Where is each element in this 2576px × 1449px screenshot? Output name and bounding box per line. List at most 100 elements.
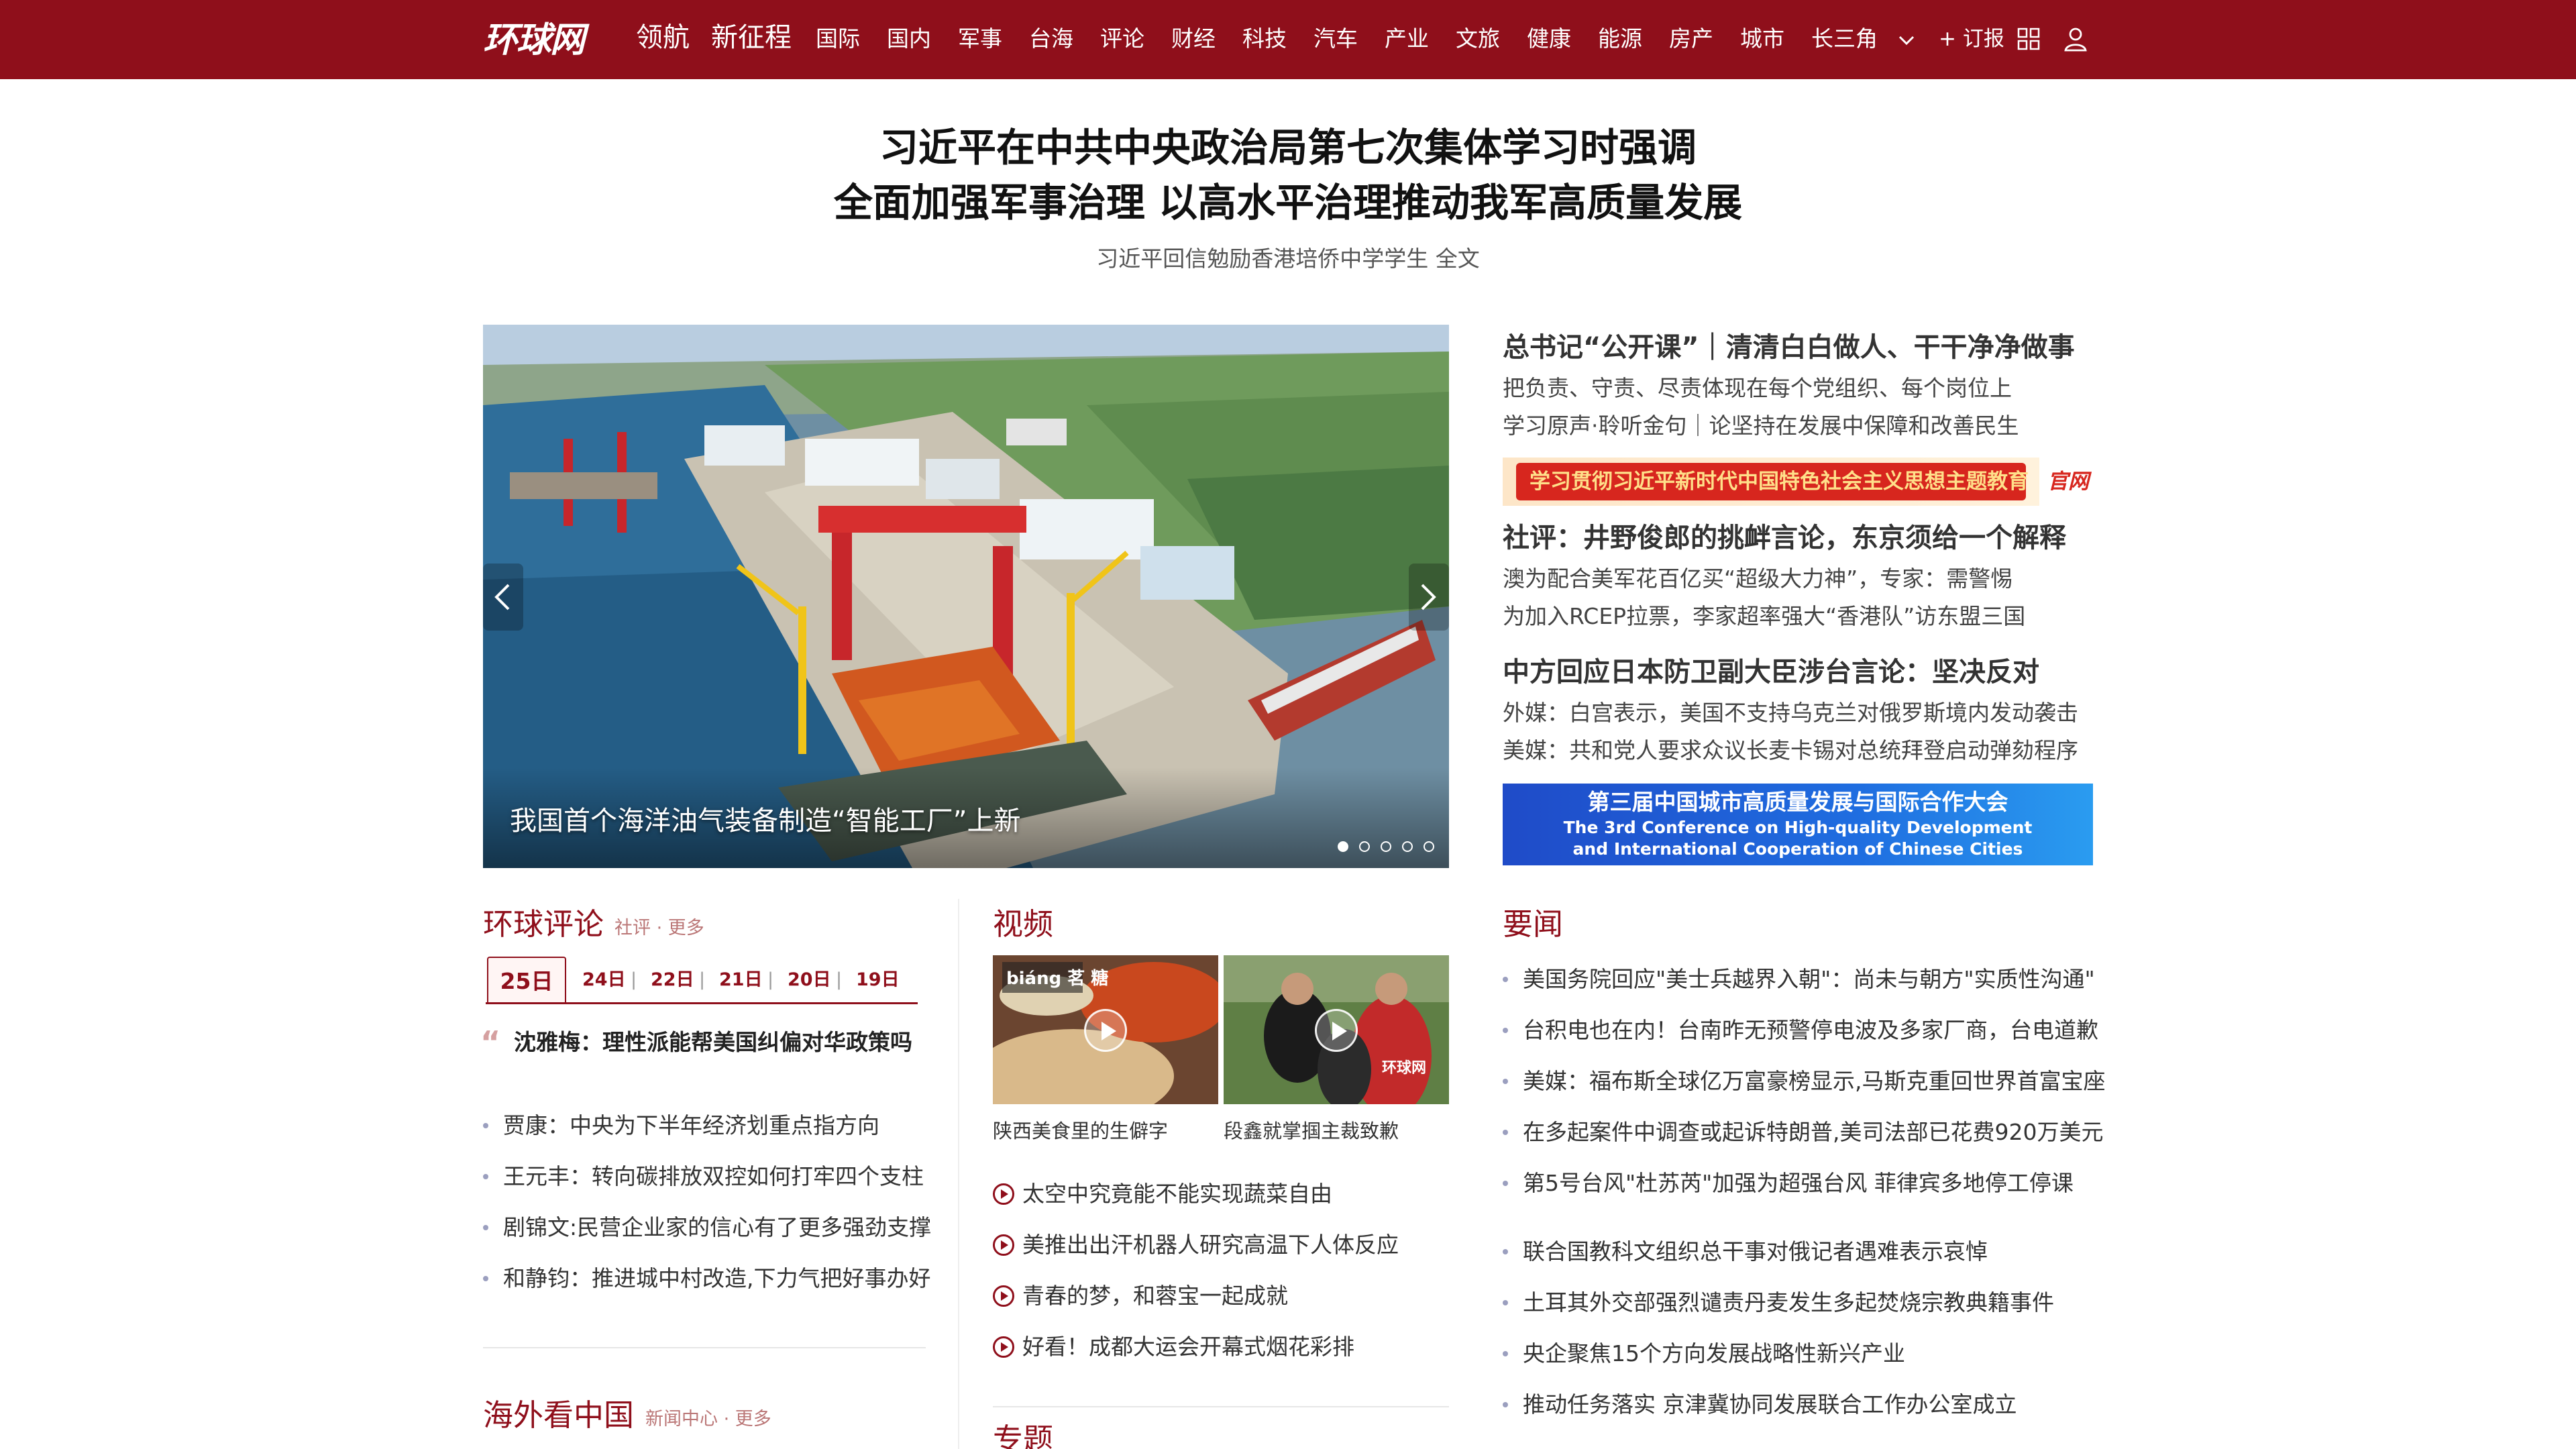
- news-item[interactable]: 央企聚焦15个方向发展战略性新兴产业: [1523, 1338, 1905, 1370]
- section-title-video[interactable]: 视频: [993, 904, 1053, 945]
- site-logo[interactable]: 环球网: [483, 20, 585, 60]
- subscribe-link[interactable]: + 订报: [1939, 25, 2004, 52]
- video-item[interactable]: 好看！成都大运会开幕式烟花彩排: [1022, 1331, 1354, 1363]
- nav-item[interactable]: 房产: [1669, 24, 1713, 54]
- carousel-dot[interactable]: [1359, 841, 1370, 852]
- date-separator: |: [836, 969, 843, 990]
- nav-item[interactable]: 财经: [1171, 24, 1216, 54]
- video-item[interactable]: 美推出出汗机器人研究高温下人体反应: [1022, 1229, 1399, 1261]
- divider: [483, 1347, 926, 1348]
- right-line[interactable]: 学习原声·聆听金句｜论坚持在发展中保障和改善民生: [1503, 411, 2019, 441]
- video-caption-2[interactable]: 段鑫就掌掴主裁致歉: [1224, 1116, 1399, 1146]
- nav-item[interactable]: 长三角: [1811, 24, 1878, 54]
- news-item[interactable]: 联合国教科文组织总干事对俄记者遇难表示哀悼: [1523, 1236, 1988, 1268]
- carousel-dot[interactable]: [1402, 841, 1413, 852]
- play-circle-icon[interactable]: [993, 1183, 1014, 1205]
- bullet: [1503, 977, 1508, 982]
- play-icon[interactable]: [1315, 1009, 1358, 1052]
- section-title-news[interactable]: 要闻: [1503, 904, 1563, 945]
- overseas-more-links[interactable]: 新闻中心 · 更多: [645, 1406, 771, 1433]
- date-tab[interactable]: 21日: [719, 957, 763, 1004]
- commentary-item[interactable]: 剧锦文:民营企业家的信心有了更多强劲支撑: [503, 1212, 931, 1244]
- nav-item[interactable]: 台海: [1029, 24, 1073, 54]
- main-headline-line1[interactable]: 习近平在中共中央政治局第七次集体学习时强调: [0, 121, 2576, 174]
- bullet: [483, 1225, 488, 1230]
- news-item[interactable]: 在多起案件中调查或起诉特朗普,美司法部已花费920万美元: [1523, 1116, 2103, 1148]
- bullet: [483, 1174, 488, 1179]
- divider: [993, 1406, 1449, 1407]
- nav-item[interactable]: 国内: [887, 24, 931, 54]
- carousel-dot[interactable]: [1424, 841, 1434, 852]
- date-tab[interactable]: 20日: [788, 957, 831, 1004]
- featured-commentary[interactable]: 沈雅梅：理性派能帮美国纠偏对华政策吗: [514, 1026, 912, 1059]
- play-circle-icon[interactable]: [993, 1285, 1014, 1307]
- nav-item[interactable]: 健康: [1527, 24, 1571, 54]
- nav-item[interactable]: 能源: [1598, 24, 1642, 54]
- news-item[interactable]: 美媒：福布斯全球亿万富豪榜显示,马斯克重回世界首富宝座: [1523, 1065, 2106, 1097]
- play-circle-icon[interactable]: [993, 1234, 1014, 1256]
- date-tab-active[interactable]: 25日: [487, 957, 566, 1004]
- nav-item[interactable]: 产业: [1385, 24, 1429, 54]
- news-item[interactable]: 土耳其外交部强烈谴责丹麦发生多起焚烧宗教典籍事件: [1523, 1287, 2054, 1319]
- commentary-item[interactable]: 王元丰：转向碳排放双控如何打牢四个支柱: [503, 1161, 924, 1193]
- video-item[interactable]: 太空中究竟能不能实现蔬菜自由: [1022, 1178, 1332, 1210]
- carousel-caption[interactable]: 我国首个海洋油气装备制造“智能工厂”上新: [510, 802, 1020, 840]
- commentary-item[interactable]: 和静钧：推进城中村改造,下力气把好事办好: [503, 1263, 931, 1295]
- chevron-down-icon[interactable]: [1896, 30, 1917, 51]
- news-item[interactable]: 推动任务落实 京津冀协同发展联合工作办公室成立: [1523, 1389, 2017, 1421]
- user-icon[interactable]: [2063, 25, 2088, 52]
- section-title-topics[interactable]: 专题: [993, 1419, 1053, 1449]
- carousel-dot[interactable]: [1338, 841, 1348, 852]
- nav-item[interactable]: 文旅: [1456, 24, 1500, 54]
- date-tab[interactable]: 19日: [856, 957, 900, 1004]
- right-line[interactable]: 把负责、守责、尽责体现在每个党组织、每个岗位上: [1503, 373, 2012, 404]
- photo-carousel[interactable]: [483, 325, 1449, 868]
- nav-item[interactable]: 城市: [1740, 24, 1784, 54]
- quote-icon: “: [480, 1024, 501, 1061]
- date-tab[interactable]: 22日: [651, 957, 694, 1004]
- bullet: [1503, 1079, 1508, 1084]
- bullet: [1503, 1300, 1508, 1305]
- nav-item[interactable]: 国际: [816, 24, 860, 54]
- video-thumb-2[interactable]: 环球网: [1224, 955, 1449, 1104]
- banner-tag: 官网: [2047, 470, 2089, 494]
- right-headline-1[interactable]: 总书记“公开课”｜清清白白做人、干干净净做事: [1503, 329, 2075, 366]
- right-line[interactable]: 为加入RCEP拉票，李家超率强大“香港队”访东盟三国: [1503, 601, 2025, 632]
- commentary-item[interactable]: 贾康：中央为下半年经济划重点指方向: [503, 1110, 879, 1142]
- top-navigation-bar: 环球网 领航 新征程 国际 国内 军事 台海 评论 财经 科技 汽车 产业 文旅 健康 能源 房产 城市长…: [0, 0, 2576, 79]
- nav-item[interactable]: 科技: [1242, 24, 1287, 54]
- nav-item-new-journey[interactable]: 新征程: [711, 19, 792, 56]
- nav-item[interactable]: 评论: [1100, 24, 1144, 54]
- chevron-right-icon: [1421, 584, 1436, 610]
- section-title-commentary[interactable]: 环球评论: [483, 904, 604, 945]
- carousel-prev-button[interactable]: [483, 564, 523, 631]
- date-tab[interactable]: 24日: [582, 957, 626, 1004]
- grid-icon[interactable]: [2017, 27, 2041, 51]
- right-headline-2[interactable]: 社评：井野俊郎的挑衅言论，东京须给一个解释: [1503, 519, 2066, 557]
- right-line[interactable]: 外媒：白宫表示，美国不支持乌克兰对俄罗斯境内发动袭击: [1503, 698, 2078, 729]
- conference-banner[interactable]: 第三届中国城市高质量发展与国际合作大会 The 3rd Conference o…: [1503, 784, 2093, 865]
- main-headline-line2[interactable]: 全面加强军事治理 以高水平治理推动我军高质量发展: [0, 176, 2576, 229]
- news-item[interactable]: 第5号台风"杜苏芮"加强为超强台风 菲律宾多地停工停课: [1523, 1167, 2074, 1199]
- theme-education-banner[interactable]: 学习贯彻习近平新时代中国特色社会主义思想主题教育 官网: [1503, 458, 2093, 506]
- bullet: [483, 1123, 488, 1128]
- news-item[interactable]: 台积电也在内！台南昨无预警停电波及多家厂商，台电道歉: [1523, 1014, 2098, 1046]
- play-circle-icon[interactable]: [993, 1336, 1014, 1358]
- nav-item-lead[interactable]: 领航: [636, 19, 690, 56]
- commentary-more-links[interactable]: 社评 · 更多: [614, 915, 704, 942]
- video-item[interactable]: 青春的梦，和蓉宝一起成就: [1022, 1280, 1288, 1312]
- carousel-dot[interactable]: [1381, 841, 1391, 852]
- nav-item[interactable]: 汽车: [1313, 24, 1358, 54]
- section-title-overseas[interactable]: 海外看中国: [483, 1395, 634, 1436]
- news-item[interactable]: 美国务院回应"美士兵越界入朝"：尚未与朝方"实质性沟通": [1523, 963, 2095, 996]
- video-thumb-1[interactable]: biáng 茗 糖: [993, 955, 1218, 1104]
- carousel-next-button[interactable]: [1409, 564, 1449, 631]
- nav-item[interactable]: 军事: [958, 24, 1002, 54]
- sub-headline[interactable]: 习近平回信勉励香港培侨中学学生 全文: [0, 243, 2576, 275]
- play-icon[interactable]: [1084, 1009, 1127, 1052]
- right-line[interactable]: 澳为配合美军花百亿买“超级大力神”，专家：需警惕: [1503, 564, 2012, 594]
- bullet: [1503, 1249, 1508, 1254]
- video-caption-1[interactable]: 陕西美食里的生僻字: [993, 1116, 1168, 1146]
- right-line[interactable]: 美媒：共和党人要求众议长麦卡锡对总统拜登启动弹劾程序: [1503, 735, 2078, 766]
- right-headline-3[interactable]: 中方回应日本防卫副大臣涉台言论：坚决反对: [1503, 653, 2039, 691]
